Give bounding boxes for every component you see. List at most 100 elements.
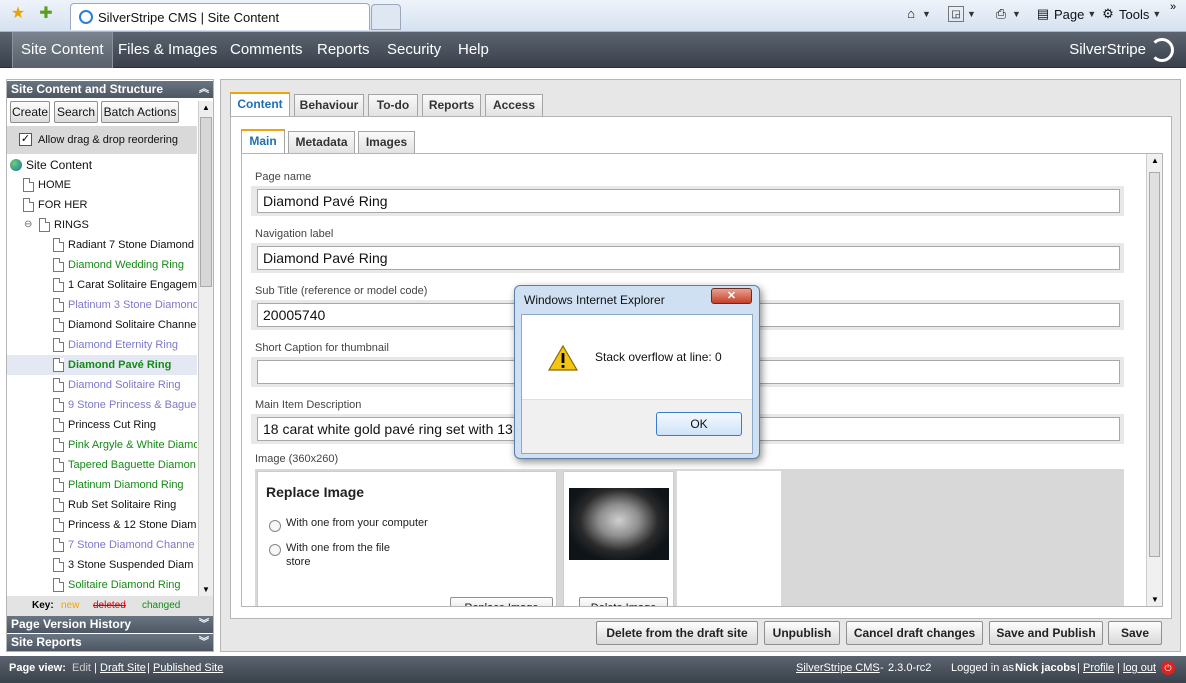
tree-item[interactable]: Diamond Pavé Ring — [7, 355, 197, 375]
new-tab-button[interactable] — [371, 4, 401, 30]
collapse-node-icon[interactable]: ⊖ — [24, 215, 32, 235]
dialog-ok-button[interactable]: OK — [656, 412, 742, 436]
radio-from-file-store[interactable] — [269, 544, 281, 556]
rss-feed-icon: ◲ — [948, 6, 964, 22]
add-favorites-icon[interactable]: ✚ — [38, 6, 54, 22]
fields-scroll-thumb[interactable] — [1149, 172, 1160, 557]
browser-tab[interactable]: SilverStripe CMS | Site Content — [70, 3, 370, 30]
globe-icon — [10, 159, 22, 171]
draft-site-link[interactable]: Draft Site — [100, 662, 146, 674]
tree-item[interactable]: Diamond Eternity Ring — [7, 335, 197, 355]
menu-files-images[interactable]: Files & Images — [110, 32, 225, 68]
tab-reports[interactable]: Reports — [422, 94, 481, 116]
tree-item-label: Diamond Solitaire Ring — [68, 379, 181, 391]
tab-access[interactable]: Access — [485, 94, 543, 116]
print-button[interactable]: ⎙ ▼ — [993, 6, 1021, 22]
menu-help[interactable]: Help — [450, 32, 497, 68]
unpublish-button[interactable]: Unpublish — [764, 621, 840, 645]
published-site-link[interactable]: Published Site — [153, 662, 223, 674]
tree-item[interactable]: ⊖ RINGS — [7, 215, 197, 235]
menu-security[interactable]: Security — [379, 32, 449, 68]
menu-comments[interactable]: Comments — [222, 32, 311, 68]
subtab-main[interactable]: Main — [241, 129, 285, 153]
tree-item[interactable]: Princess Cut Ring — [7, 415, 197, 435]
radio-from-computer[interactable] — [269, 520, 281, 532]
site-tree-header[interactable]: Site Content and Structure ︽ — [7, 81, 213, 98]
site-reports-header[interactable]: Site Reports ︾ — [7, 634, 213, 651]
scroll-up-icon[interactable]: ▲ — [202, 103, 210, 112]
logout-link[interactable]: log out — [1123, 662, 1156, 674]
profile-link[interactable]: Profile — [1083, 662, 1114, 674]
menu-reports[interactable]: Reports — [309, 32, 378, 68]
delete-from-draft-button[interactable]: Delete from the draft site — [596, 621, 758, 645]
cancel-draft-changes-button[interactable]: Cancel draft changes — [846, 621, 983, 645]
search-button[interactable]: Search — [54, 101, 98, 123]
scroll-down-icon[interactable]: ▼ — [202, 585, 210, 594]
page-name-input[interactable]: Diamond Pavé Ring — [257, 189, 1120, 213]
dialog-close-button[interactable]: ✕ — [711, 288, 752, 304]
tab-content[interactable]: Content — [230, 92, 290, 116]
alert-dialog: Windows Internet Explorer ✕ Stack overfl… — [514, 285, 760, 459]
tree-item[interactable]: Solitaire Diamond Ring — [7, 575, 197, 595]
feeds-button[interactable]: ◲ ▼ — [948, 6, 976, 22]
tree-item[interactable]: Pink Argyle & White Diamo — [7, 435, 197, 455]
tree-item[interactable]: 9 Stone Princess & Bague — [7, 395, 197, 415]
tree-item[interactable]: Princess & 12 Stone Diam — [7, 515, 197, 535]
tree-item[interactable]: Diamond Wedding Ring — [7, 255, 197, 275]
delete-image-button[interactable]: Delete Image — [579, 597, 668, 606]
tree-item-label: Diamond Eternity Ring — [68, 339, 179, 351]
tree-root[interactable]: Site Content — [10, 155, 92, 175]
tree-item[interactable]: 1 Carat Solitaire Engagem — [7, 275, 197, 295]
tree-item[interactable]: Diamond Solitaire Channe — [7, 315, 197, 335]
tab-behaviour[interactable]: Behaviour — [294, 94, 364, 116]
chevron-down-icon: ▼ — [1087, 9, 1097, 19]
tree-item[interactable]: Rub Set Solitaire Ring — [7, 495, 197, 515]
silverstripe-cms-link[interactable]: SilverStripe CMS — [796, 662, 880, 674]
tree-item-label: Diamond Solitaire Channe — [68, 319, 197, 331]
gear-icon: ⚙ — [1102, 6, 1114, 21]
tree-item[interactable]: Radiant 7 Stone Diamond — [7, 235, 197, 255]
drag-drop-checkbox[interactable]: ✓ — [19, 133, 32, 146]
page-icon — [53, 298, 64, 312]
tree-item[interactable]: Diamond Solitaire Ring — [7, 375, 197, 395]
nav-label-input[interactable]: Diamond Pavé Ring — [257, 246, 1120, 270]
logged-in-prefix: Logged in as — [951, 662, 1014, 674]
save-button[interactable]: Save — [1108, 621, 1162, 645]
page-icon — [53, 398, 64, 412]
fields-scrollbar[interactable]: ▲ ▼ — [1146, 154, 1162, 606]
cms-version: 2.3.0-rc2 — [888, 662, 932, 674]
menu-site-content[interactable]: Site Content — [12, 32, 113, 68]
tab-todo[interactable]: To-do — [368, 94, 418, 116]
tree-item[interactable]: Platinum Diamond Ring — [7, 475, 197, 495]
batch-actions-button[interactable]: Batch Actions — [101, 101, 179, 123]
home-button[interactable]: ⌂ ▼ — [903, 6, 931, 22]
scroll-up-icon[interactable]: ▲ — [1151, 156, 1159, 165]
tree-item[interactable]: Platinum 3 Stone Diamond — [7, 295, 197, 315]
tree-scroll-thumb[interactable] — [200, 117, 212, 287]
status-footer: Page view: Edit | Draft Site | Published… — [0, 656, 1186, 683]
replace-image-button[interactable]: Replace Image — [450, 597, 553, 606]
logout-icon[interactable]: ⏻ — [1161, 661, 1175, 675]
subtab-images[interactable]: Images — [358, 131, 415, 153]
page-icon — [53, 258, 64, 272]
tree-item[interactable]: FOR HER — [7, 195, 197, 215]
page-version-history-header[interactable]: Page Version History ︾ — [7, 616, 213, 633]
subtab-metadata[interactable]: Metadata — [288, 131, 355, 153]
page-icon — [53, 278, 64, 292]
tree-item[interactable]: 7 Stone Diamond Channe — [7, 535, 197, 555]
scroll-down-icon[interactable]: ▼ — [1151, 595, 1159, 604]
favorites-star-icon[interactable]: ★ — [10, 6, 26, 22]
page-icon — [53, 538, 64, 552]
tree-item[interactable]: 3 Stone Suspended Diam — [7, 555, 197, 575]
create-button[interactable]: Create — [10, 101, 50, 123]
dialog-message: Stack overflow at line: 0 — [595, 350, 722, 364]
tree-item[interactable]: HOME — [7, 175, 197, 195]
tree-scrollbar[interactable]: ▲ ▼ — [198, 101, 213, 596]
collapse-icon: ︽ — [199, 84, 209, 95]
tree-item[interactable]: Tapered Baguette Diamon — [7, 455, 197, 475]
save-and-publish-button[interactable]: Save and Publish — [989, 621, 1103, 645]
page-menu[interactable]: ▤ Page ▼ — [1035, 6, 1096, 22]
tree-item-label: Solitaire Diamond Ring — [68, 579, 181, 591]
chevron-more-icon[interactable]: » — [1170, 1, 1176, 13]
tools-menu[interactable]: ⚙ Tools ▼ — [1100, 6, 1161, 22]
